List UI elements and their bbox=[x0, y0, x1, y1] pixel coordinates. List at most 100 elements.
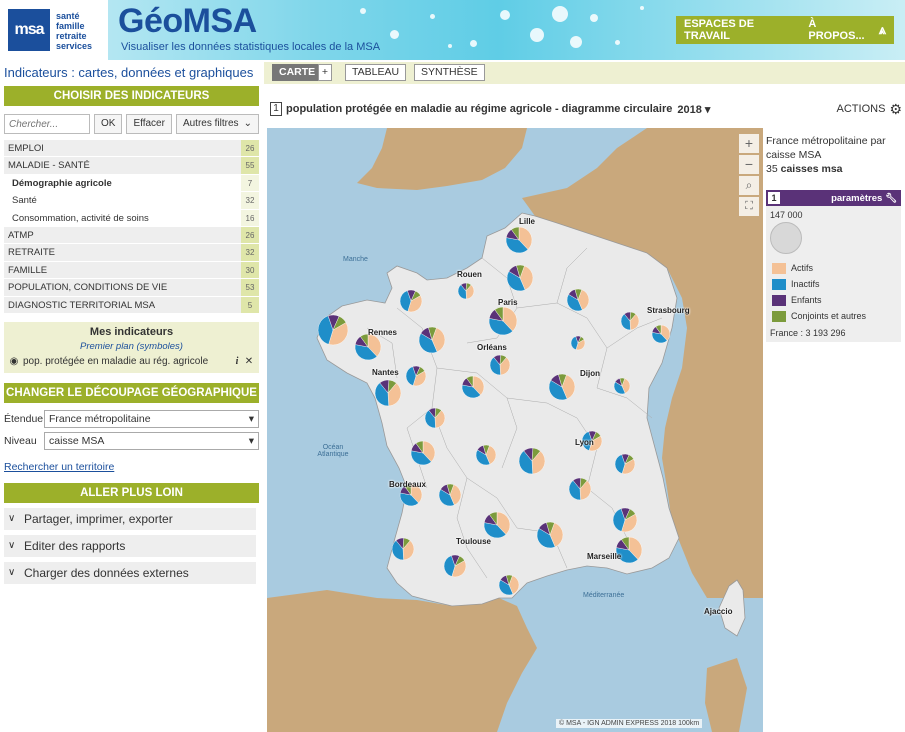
pie-symbol[interactable] bbox=[354, 333, 382, 361]
change-geography-button[interactable]: CHANGER LE DÉCOUPAGE GÉOGRAPHIQUE bbox=[4, 382, 259, 403]
nav-workspaces[interactable]: ESPACES DE TRAVAIL bbox=[676, 18, 794, 42]
tab-map[interactable]: CARTE bbox=[272, 64, 323, 81]
pie-symbol[interactable] bbox=[505, 226, 533, 254]
pie-symbol[interactable] bbox=[489, 354, 511, 376]
my-indicator-item[interactable]: ◉ pop. protégée en maladie au rég. agric… bbox=[8, 356, 255, 367]
indicator-subcategory[interactable]: Démographie agricole 7 bbox=[4, 174, 259, 193]
map-view[interactable]: + − ⌕ ⛶ Lille Rouen Paris Strasbourg Ren… bbox=[267, 128, 763, 732]
indicator-category[interactable]: EMPLOI 26 bbox=[4, 140, 259, 158]
legend-item: Actifs bbox=[766, 260, 901, 276]
pie-symbol[interactable] bbox=[399, 289, 423, 313]
pie-symbol[interactable] bbox=[457, 282, 475, 300]
app-subtitle: Visualiser les données statistiques loca… bbox=[121, 41, 381, 53]
legend-title: France métropolitaine par caisse MSA bbox=[766, 135, 886, 161]
tab-table[interactable]: TABLEAU bbox=[345, 64, 407, 81]
pie-symbol[interactable] bbox=[317, 314, 349, 346]
eye-icon[interactable]: ◉ bbox=[8, 356, 20, 367]
city-label: Nantes bbox=[372, 368, 399, 377]
parameters-button[interactable]: paramètres 🔧︎ bbox=[831, 193, 901, 204]
search-icon[interactable]: ⌕ bbox=[739, 176, 759, 195]
indicator-label: Démographie agricole bbox=[12, 177, 112, 189]
pie-symbol[interactable] bbox=[620, 311, 640, 331]
zoom-out-button[interactable]: − bbox=[739, 155, 759, 174]
pie-symbol[interactable] bbox=[418, 326, 446, 354]
pie-symbol[interactable] bbox=[506, 264, 534, 292]
pie-symbol[interactable] bbox=[438, 483, 462, 507]
legend-size-circle bbox=[770, 222, 802, 254]
pie-symbol[interactable] bbox=[488, 306, 518, 336]
pie-symbol[interactable] bbox=[410, 440, 436, 466]
indicator-label: EMPLOI bbox=[8, 143, 44, 154]
city-label: Toulouse bbox=[456, 537, 491, 546]
wrench-icon: 🔧︎ bbox=[884, 192, 897, 204]
accordion-share[interactable]: ∨ Partager, imprimer, exporter bbox=[4, 507, 256, 530]
legend-header[interactable]: 1 paramètres 🔧︎ bbox=[766, 190, 901, 206]
my-indicator-label[interactable]: pop. protégée en maladie au rég. agricol… bbox=[20, 356, 231, 367]
indicator-label: ATMP bbox=[8, 229, 34, 241]
accordion-reports[interactable]: ∨ Editer des rapports bbox=[4, 534, 256, 557]
pie-symbol[interactable] bbox=[566, 288, 590, 312]
legend-number: 1 bbox=[767, 191, 781, 205]
pie-symbol[interactable] bbox=[443, 554, 467, 578]
clear-button[interactable]: Effacer bbox=[126, 114, 172, 134]
nav-about[interactable]: À PROPOS... bbox=[794, 18, 870, 42]
indicator-category[interactable]: RETRAITE 32 bbox=[4, 244, 259, 262]
close-icon[interactable]: ✕ bbox=[243, 356, 255, 367]
tab-synthesis[interactable]: SYNTHÈSE bbox=[414, 64, 485, 81]
choose-indicators-button[interactable]: CHOISIR DES INDICATEURS bbox=[4, 86, 259, 106]
app-title: GéoMSA bbox=[118, 2, 257, 40]
actions-menu[interactable]: ACTIONS ⚙ bbox=[837, 101, 902, 118]
legend-count-label: caisses msa bbox=[780, 163, 843, 175]
pie-symbol[interactable] bbox=[614, 453, 636, 475]
pie-symbol[interactable] bbox=[374, 379, 402, 407]
pie-symbol[interactable] bbox=[548, 373, 576, 401]
extent-select[interactable]: France métropolitaine ▾ bbox=[44, 409, 259, 428]
indicator-category[interactable]: POPULATION, CONDITIONS DE VIE 53 bbox=[4, 279, 259, 297]
pie-symbol[interactable] bbox=[483, 511, 511, 539]
indicator-category[interactable]: DIAGNOSTIC TERRITORIAL MSA 5 bbox=[4, 296, 259, 314]
fullscreen-icon[interactable]: ⛶ bbox=[739, 197, 759, 216]
pie-symbol[interactable] bbox=[570, 335, 586, 351]
caret-down-icon: ▾ bbox=[248, 434, 254, 447]
indicator-subcategory[interactable]: Consommation, activité de soins 16 bbox=[4, 209, 259, 227]
legend-item: Inactifs bbox=[766, 276, 901, 292]
user-icon[interactable]: ⩓ bbox=[871, 22, 894, 38]
search-territory-link[interactable]: Rechercher un territoire bbox=[4, 461, 259, 475]
indicator-category[interactable]: MALADIE - SANTÉ 55 bbox=[4, 157, 259, 175]
go-further-button[interactable]: ALLER PLUS LOIN bbox=[4, 482, 259, 503]
search-input[interactable] bbox=[4, 114, 90, 134]
filters-dropdown[interactable]: Autres filtres ⌄ bbox=[175, 114, 259, 134]
indicator-category[interactable]: FAMILLE 30 bbox=[4, 261, 259, 280]
indicator-subcategory[interactable]: Santé 32 bbox=[4, 192, 259, 210]
pie-symbol[interactable] bbox=[568, 477, 592, 501]
caret-down-icon: ▾ bbox=[704, 103, 711, 116]
pie-symbol[interactable] bbox=[651, 324, 671, 344]
ok-button[interactable]: OK bbox=[94, 114, 123, 134]
extent-value: France métropolitaine bbox=[49, 412, 151, 425]
year-selector[interactable]: 2018 ▾ bbox=[677, 103, 710, 116]
indicator-label: RETRAITE bbox=[8, 247, 55, 259]
zoom-in-button[interactable]: + bbox=[739, 134, 759, 153]
pie-symbol[interactable] bbox=[612, 507, 638, 533]
indicator-category[interactable]: ATMP 26 bbox=[4, 226, 259, 245]
logo-area[interactable]: msa santé famille retraite services bbox=[0, 0, 108, 60]
msa-logo: msa bbox=[8, 9, 50, 51]
pie-symbol[interactable] bbox=[424, 407, 446, 429]
info-icon[interactable]: i bbox=[231, 356, 243, 367]
left-panel: Indicateurs : cartes, données et graphiq… bbox=[4, 62, 259, 584]
pie-symbol[interactable] bbox=[536, 521, 564, 549]
indicator-count: 5 bbox=[241, 296, 259, 313]
accordion-external-data[interactable]: ∨ Charger des données externes bbox=[4, 561, 256, 584]
level-select[interactable]: caisse MSA ▾ bbox=[44, 431, 259, 450]
extent-label: Étendue bbox=[4, 412, 44, 425]
legend-items: Actifs Inactifs Enfants Conjoints et autres bbox=[766, 260, 901, 324]
pie-symbol[interactable] bbox=[461, 375, 485, 399]
pie-symbol[interactable] bbox=[518, 447, 546, 475]
pie-symbol[interactable] bbox=[613, 377, 631, 395]
logo-line: services bbox=[56, 41, 93, 51]
pie-symbol[interactable] bbox=[405, 365, 427, 387]
pie-symbol[interactable] bbox=[391, 537, 415, 561]
pie-symbol[interactable] bbox=[498, 574, 520, 596]
pie-symbol[interactable] bbox=[475, 444, 497, 466]
add-map-button[interactable]: + bbox=[318, 64, 332, 81]
